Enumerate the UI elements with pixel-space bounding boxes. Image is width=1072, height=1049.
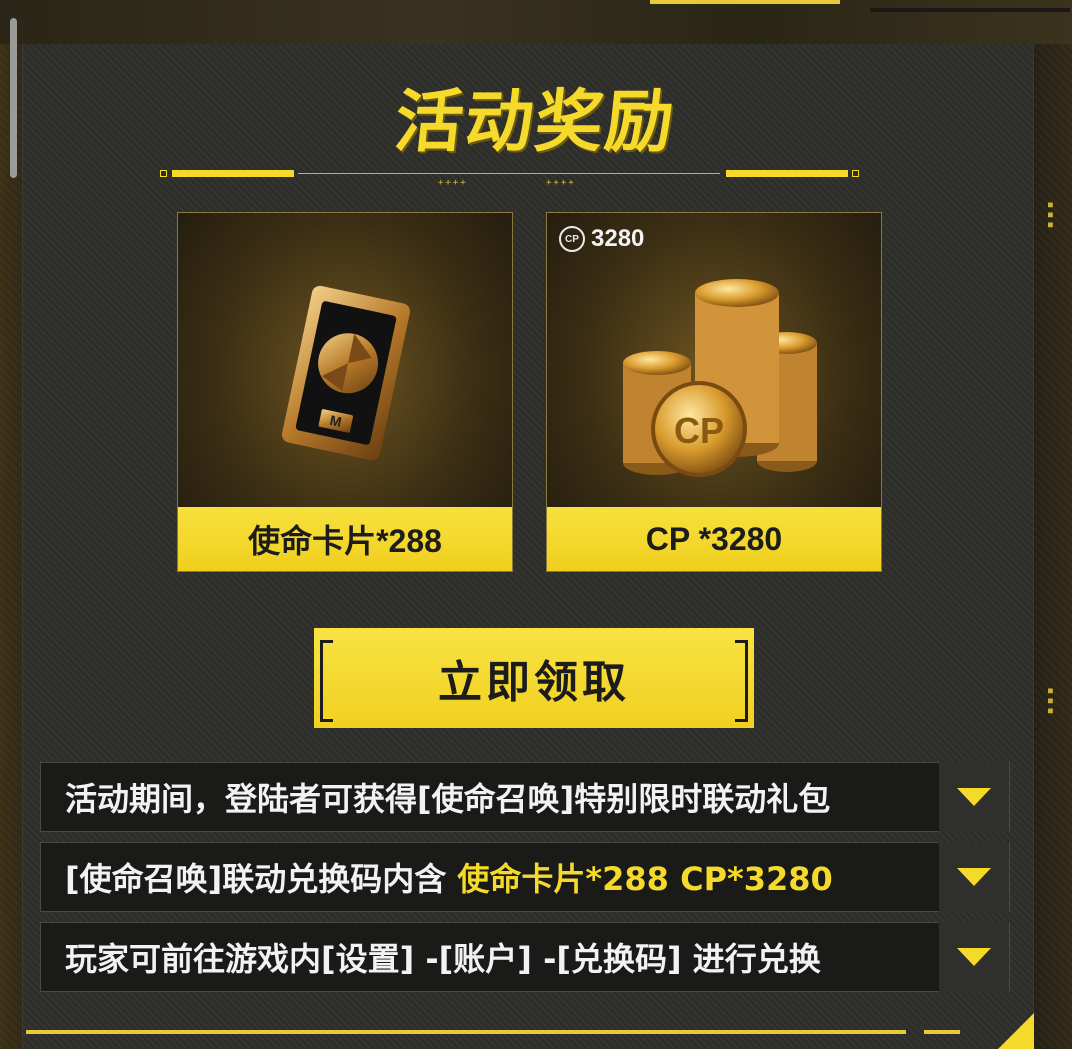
cp-badge: CP 3280 [559, 225, 644, 253]
side-deco-right-2: ■ ■ ■ [1048, 686, 1053, 715]
reward-label: CP *3280 [547, 507, 881, 571]
top-decoration [0, 0, 1072, 44]
cp-icon: CP [559, 226, 585, 252]
info-text: 活动期间，登陆者可获得[使命召唤]特别限时联动礼包 [41, 774, 939, 820]
mission-card-icon: M [281, 285, 411, 461]
info-text-main: 玩家可前往游戏内[设置] -[账户] -[兑换码] 进行兑换 [65, 940, 821, 978]
divider-dots-right: ++++ [546, 178, 576, 188]
side-deco-right: ■ ■ ■ [1048, 200, 1053, 229]
divider-square-left [160, 170, 167, 177]
divider-bar-left [172, 170, 294, 177]
page-title: 活动奖励 [391, 83, 680, 162]
bracket-right-icon [735, 640, 748, 722]
info-text-main: 活动期间，登陆者可获得[使命召唤]特别限时联动礼包 [65, 780, 831, 818]
divider-line [298, 173, 720, 174]
info-text-highlight: 使命卡片*288 CP*3280 [457, 860, 833, 898]
triangle-down-icon [957, 948, 991, 966]
claim-button[interactable]: 立即领取 [314, 628, 754, 728]
claim-button-label: 立即领取 [438, 657, 630, 708]
expand-toggle[interactable] [939, 762, 1009, 832]
divider-square-right [852, 170, 859, 177]
cp-coins-icon: CP [623, 279, 817, 477]
bottom-line [26, 1030, 906, 1034]
divider-dots-left: ++++ [438, 178, 468, 188]
expand-toggle[interactable] [939, 842, 1009, 912]
info-text: 玩家可前往游戏内[设置] -[账户] -[兑换码] 进行兑换 [41, 934, 939, 980]
bracket-left-icon [320, 640, 333, 722]
reward-card-cp: CP CP 3280 CP *3280 [546, 212, 882, 572]
info-text: [使命召唤]联动兑换码内含 使命卡片*288 CP*3280 [41, 854, 939, 900]
reward-card-mission: M 使命卡片*288 [177, 212, 513, 572]
expand-toggle[interactable] [939, 922, 1009, 992]
reward-label: 使命卡片*288 [178, 507, 512, 571]
info-row-contents[interactable]: [使命召唤]联动兑换码内含 使命卡片*288 CP*3280 [40, 842, 1010, 912]
info-row-redeem[interactable]: 玩家可前往游戏内[设置] -[账户] -[兑换码] 进行兑换 [40, 922, 1010, 992]
divider-bar-right [726, 170, 848, 177]
cp-badge-amount: 3280 [591, 225, 645, 252]
triangle-down-icon [957, 868, 991, 886]
info-row-period[interactable]: 活动期间，登陆者可获得[使命召唤]特别限时联动礼包 [40, 762, 1010, 832]
info-text-main: [使命召唤]联动兑换码内含 [65, 860, 458, 898]
triangle-down-icon [957, 788, 991, 806]
svg-text:CP: CP [674, 410, 724, 451]
bottom-line-short [924, 1030, 960, 1034]
corner-decoration [998, 1013, 1034, 1049]
